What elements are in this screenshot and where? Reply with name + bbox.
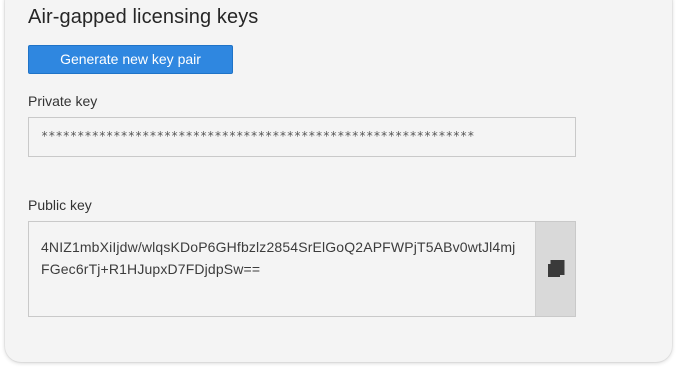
page-title: Air-gapped licensing keys [28,6,259,28]
public-key-value[interactable]: 4NIZ1mbXiIjdw/wlqsKDoP6GHfbzlz2854SrElGo… [29,222,536,316]
private-key-label: Private key [28,93,98,109]
public-key-label: Public key [28,197,92,213]
generate-key-pair-button[interactable]: Generate new key pair [28,45,233,74]
public-key-field[interactable]: 4NIZ1mbXiIjdw/wlqsKDoP6GHfbzlz2854SrElGo… [28,221,576,317]
copy-public-key-button[interactable] [535,222,575,316]
copy-icon [548,260,565,277]
private-key-field[interactable]: ****************************************… [28,117,576,157]
